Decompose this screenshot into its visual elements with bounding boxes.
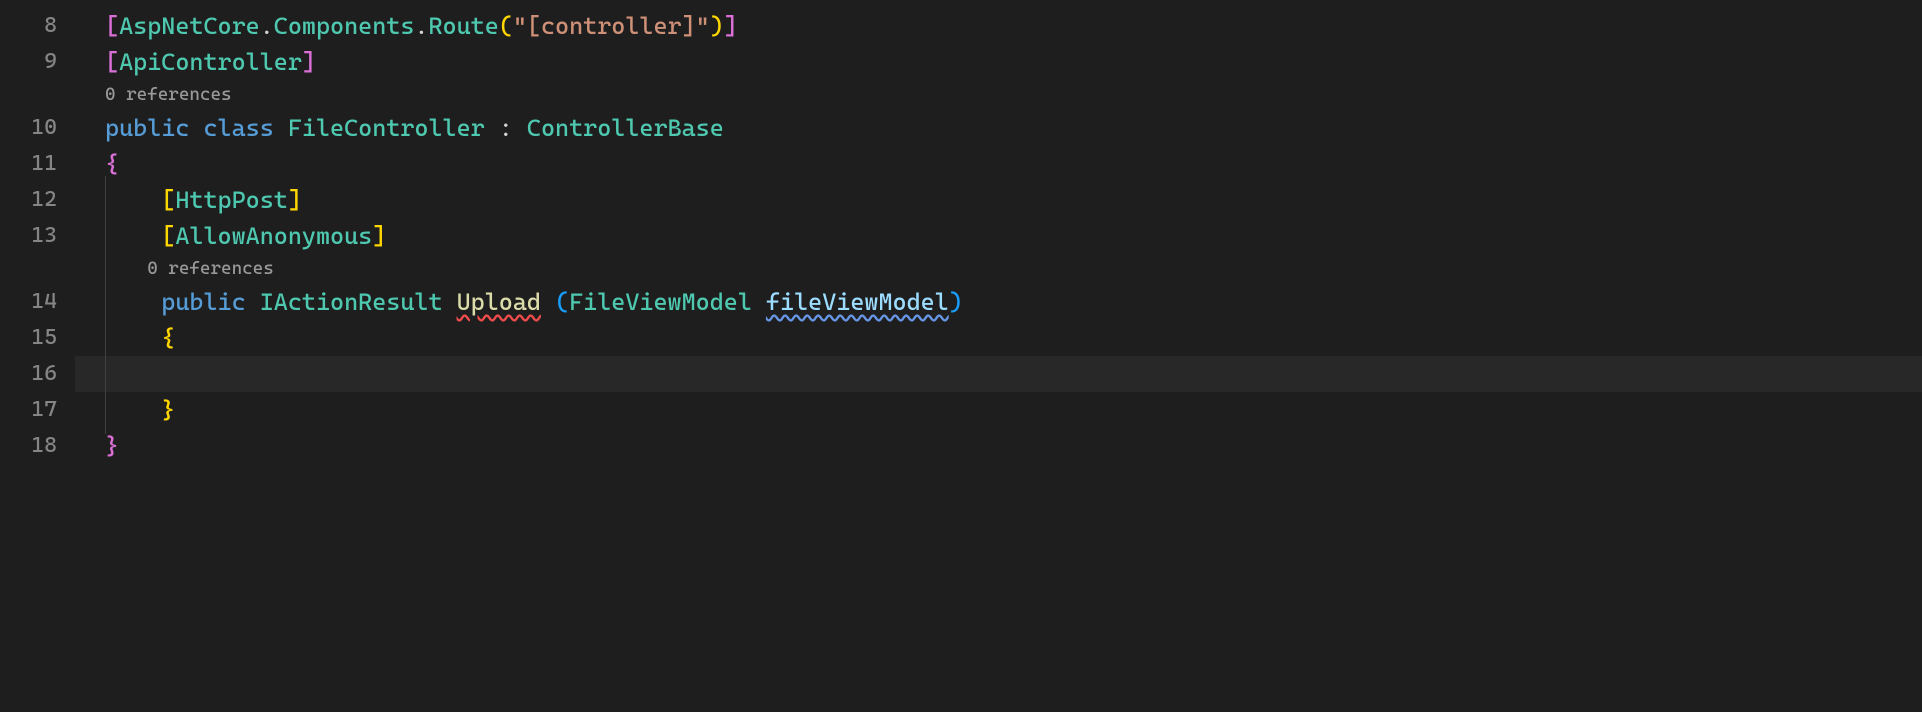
colon: : bbox=[499, 114, 513, 142]
line-number: 13 bbox=[0, 218, 75, 254]
namespace: Components bbox=[274, 12, 415, 40]
codelens-references[interactable]: 0 references bbox=[75, 254, 1922, 284]
base-class: ControllerBase bbox=[527, 114, 724, 142]
line-number: 11 bbox=[0, 146, 75, 182]
code-line[interactable]: } bbox=[75, 428, 1922, 464]
line-number: 16 bbox=[0, 356, 75, 392]
code-line[interactable]: { bbox=[75, 146, 1922, 182]
dot: . bbox=[260, 12, 274, 40]
paren-open: ( bbox=[555, 288, 569, 316]
keyword: public bbox=[105, 114, 189, 142]
bracket-open: [ bbox=[105, 48, 119, 76]
attribute-name: Route bbox=[428, 12, 498, 40]
code-content-area[interactable]: [AspNetCore.Components.Route("[controlle… bbox=[75, 0, 1922, 712]
code-line[interactable]: [ApiController] bbox=[75, 44, 1922, 80]
bracket-open: [ bbox=[161, 186, 175, 214]
line-number: 12 bbox=[0, 182, 75, 218]
code-line[interactable]: [AllowAnonymous] bbox=[75, 218, 1922, 254]
code-line-current[interactable] bbox=[75, 356, 1922, 392]
paren-close: ) bbox=[710, 12, 724, 40]
line-number: 10 bbox=[0, 110, 75, 146]
keyword: class bbox=[203, 114, 273, 142]
line-number: 15 bbox=[0, 320, 75, 356]
code-line[interactable]: [HttpPost] bbox=[75, 182, 1922, 218]
line-number: 17 bbox=[0, 392, 75, 428]
brace-open: { bbox=[161, 324, 175, 352]
brace-open: { bbox=[105, 150, 119, 178]
line-number: 9 bbox=[0, 44, 75, 80]
paren-close: ) bbox=[949, 288, 963, 316]
attribute-name: HttpPost bbox=[175, 186, 288, 214]
bracket-close: ] bbox=[372, 222, 386, 250]
string-literal: "[controller]" bbox=[513, 12, 710, 40]
bracket-open: [ bbox=[105, 12, 119, 40]
class-name: FileController bbox=[288, 114, 485, 142]
line-number: 18 bbox=[0, 428, 75, 464]
dot: . bbox=[414, 12, 428, 40]
brace-close: } bbox=[105, 432, 119, 460]
bracket-open: [ bbox=[161, 222, 175, 250]
code-editor[interactable]: 8 9 10 11 12 13 14 15 16 17 18 [AspNetCo… bbox=[0, 0, 1922, 712]
method-name: Upload bbox=[457, 288, 541, 316]
bracket-close: ] bbox=[724, 12, 738, 40]
parameter-type: FileViewModel bbox=[569, 288, 752, 316]
attribute-name: ApiController bbox=[119, 48, 302, 76]
code-line[interactable]: public class FileController : Controller… bbox=[75, 110, 1922, 146]
parameter-name: fileViewModel bbox=[766, 288, 949, 316]
line-number: 8 bbox=[0, 8, 75, 44]
code-line[interactable]: public IActionResult Upload (FileViewMod… bbox=[75, 284, 1922, 320]
code-line[interactable]: } bbox=[75, 392, 1922, 428]
codelens-references[interactable]: 0 references bbox=[75, 80, 1922, 110]
line-number-gutter: 8 9 10 11 12 13 14 15 16 17 18 bbox=[0, 0, 75, 712]
return-type: IActionResult bbox=[260, 288, 443, 316]
paren-open: ( bbox=[499, 12, 513, 40]
keyword: public bbox=[161, 288, 245, 316]
bracket-close: ] bbox=[288, 186, 302, 214]
bracket-close: ] bbox=[302, 48, 316, 76]
namespace: AspNetCore bbox=[119, 12, 260, 40]
code-line[interactable]: { bbox=[75, 320, 1922, 356]
code-line[interactable]: [AspNetCore.Components.Route("[controlle… bbox=[75, 8, 1922, 44]
attribute-name: AllowAnonymous bbox=[175, 222, 372, 250]
codelens-gap bbox=[0, 254, 75, 284]
line-number: 14 bbox=[0, 284, 75, 320]
codelens-gap bbox=[0, 80, 75, 110]
brace-close: } bbox=[161, 396, 175, 424]
